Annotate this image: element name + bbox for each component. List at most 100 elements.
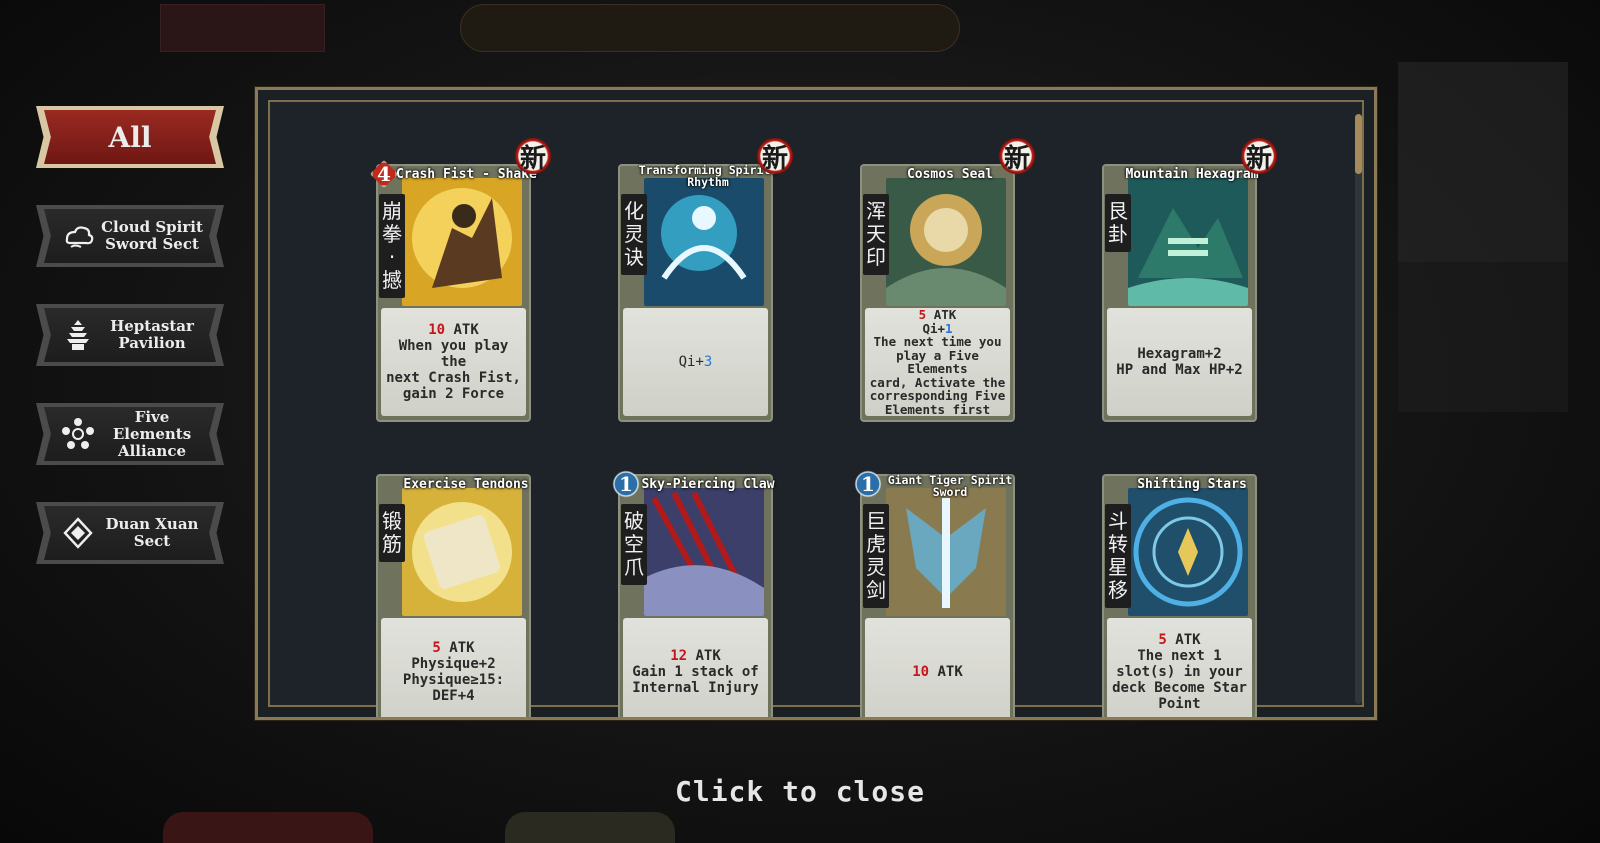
desc-text: Hexagram+2 [1137, 346, 1222, 362]
cloud-icon [58, 216, 98, 256]
desc-text: slot(s) in your [1116, 664, 1243, 680]
desc-text: Internal Injury [632, 680, 759, 696]
card-cost-badge: 1 [854, 470, 882, 498]
card-name: Exercise Tendons [403, 477, 529, 492]
desc-text: Elements first [884, 401, 991, 416]
card-vertical-name: 浑天印 [863, 194, 889, 275]
desc-text: Point [1158, 696, 1201, 712]
new-badge: 新 [997, 136, 1037, 176]
card-name: Cosmos Seal [906, 167, 994, 182]
desc-text: card, Activate the [869, 374, 1006, 390]
background-card [1398, 62, 1568, 262]
card-description: Qi+3 [623, 308, 768, 416]
card-vertical-name: 化灵诀 [621, 194, 647, 275]
card-name: Mountain Hexagram [1125, 167, 1259, 182]
tab-label: All [108, 120, 152, 154]
tab-label: Duan Xuan Sect [105, 515, 199, 550]
atk-value: 10 [428, 322, 446, 338]
card-art [644, 178, 764, 306]
card-vertical-name: 崩拳 · 撼 [379, 194, 405, 298]
card-description: Hexagram+2 HP and Max HP+2 [1107, 308, 1252, 416]
atk-value: 10 [912, 664, 930, 680]
card-description: 12 ATK Gain 1 stack of Internal Injury [623, 618, 768, 717]
card-exercise-tendons[interactable]: 锻筋 Exercise Tendons 5 ATK Physique+2 Phy… [376, 474, 531, 717]
desc-text: Qi+ [678, 354, 704, 370]
card-vertical-name: 巨虎灵剑 [863, 504, 889, 608]
card-art [886, 488, 1006, 616]
card-crash-fist-shake[interactable]: 崩拳 · 撼 Crash Fist - Shake 4 新 10 ATK When … [370, 136, 553, 422]
card-list-modal: 崩拳 · 撼 Crash Fist - Shake 4 新 10 ATK When … [255, 87, 1377, 720]
card-name: Sky-Piercing Claw [641, 477, 775, 492]
pagoda-icon [58, 315, 98, 355]
card-description: 10 ATK [865, 618, 1010, 717]
card-name: Giant Tiger Spirit Sword [887, 473, 1013, 499]
desc-text: HP and Max HP+2 [1116, 362, 1243, 378]
desc-text: Gain 1 stack of [632, 664, 759, 680]
card-sky-piercing-claw[interactable]: 破空爪 Sky-Piercing Claw 1 12 ATK Gain 1 st… [612, 470, 775, 717]
card-vertical-name: 斗转星移 [1105, 504, 1131, 608]
desc-text: Physique≥15: [402, 672, 505, 688]
atk-value: 5 [1158, 632, 1167, 648]
card-transforming-spirits-rhythm[interactable]: 化灵诀 Transforming Spirits Rhythm 新 Qi+3 [618, 136, 795, 422]
card-art [1128, 178, 1248, 306]
desc-text: deck Become Star [1112, 680, 1247, 696]
background-button [160, 4, 325, 52]
card-mountain-hexagram[interactable]: 艮卦 Mountain Hexagram 新 Hexagram+2 HP and… [1102, 136, 1279, 422]
tab-cloud-spirit-sword-sect[interactable]: Cloud Spirit Sword Sect [36, 205, 224, 267]
desc-text: next Crash Fist, [386, 370, 521, 386]
card-vertical-name: 锻筋 [379, 504, 405, 562]
card-name: Crash Fist - Shake [396, 167, 537, 182]
card-name: Shifting Stars [1137, 477, 1247, 492]
tab-label: Five Elements Alliance [112, 407, 192, 460]
tab-heptastar-pavilion[interactable]: Heptastar Pavilion [36, 304, 224, 366]
desc-text: ATK [929, 664, 963, 680]
desc-text: play a Five Elements [896, 347, 979, 376]
card-giant-tiger-spirit-sword[interactable]: 巨虎灵剑 Giant Tiger Spirit Sword 1 10 ATK [854, 470, 1015, 717]
card-art [1128, 488, 1248, 616]
desc-text: The next 1 [1137, 648, 1222, 664]
card-description: 10 ATK When you play the next Crash Fist… [381, 308, 526, 416]
new-badge: 新 [755, 136, 795, 176]
desc-text: The next time you [873, 334, 1002, 349]
new-badge: 新 [1239, 136, 1279, 176]
five-elements-icon [58, 414, 98, 454]
new-badge: 新 [513, 136, 553, 176]
desc-text: DEF+4 [432, 688, 475, 704]
desc-text: ATK [1166, 632, 1201, 648]
tab-label: Cloud Spirit Sword Sect [101, 218, 203, 253]
card-vertical-name: 艮卦 [1105, 194, 1131, 252]
card-description: 5 ATK Physique+2 Physique≥15: DEF+4 [381, 618, 526, 717]
desc-text: ATK [440, 640, 475, 656]
desc-text: ATK [687, 648, 721, 664]
card-shifting-stars[interactable]: 斗转星移 Shifting Stars 5 ATK The next 1 slo… [1102, 474, 1257, 717]
card-art [402, 178, 522, 306]
card-vertical-name: 破空爪 [621, 504, 647, 585]
desc-text: gain 2 Force [402, 386, 505, 402]
tab-duan-xuan-sect[interactable]: Duan Xuan Sect [36, 502, 224, 564]
tab-label: Heptastar Pavilion [110, 317, 194, 352]
background-button [505, 812, 675, 843]
desc-text: When you play the [398, 338, 509, 370]
card-cosmos-seal[interactable]: 浑天印 Cosmos Seal 新 5 ATK Qi+1 The next ti… [860, 136, 1037, 422]
scrollbar-thumb[interactable] [1355, 114, 1362, 174]
background-button [163, 812, 373, 843]
desc-text: corresponding Five [869, 388, 1006, 403]
card-description: 5 ATK The next 1 slot(s) in your deck Be… [1107, 618, 1252, 717]
card-art [402, 488, 522, 616]
tab-all[interactable]: All [36, 106, 224, 168]
background-banner [460, 4, 960, 52]
atk-value: 5 [432, 640, 441, 656]
card-name: Transforming Spirits Rhythm [638, 163, 778, 189]
tab-five-elements-alliance[interactable]: Five Elements Alliance [36, 403, 224, 465]
duan-xuan-icon [58, 513, 98, 553]
card-cost-badge: 1 [612, 470, 640, 498]
card-art [886, 178, 1006, 306]
background-card [1398, 262, 1568, 412]
card-art [644, 488, 764, 616]
close-hint[interactable]: Click to close [0, 775, 1600, 808]
desc-text: ATK [445, 322, 479, 338]
scrollbar-track[interactable] [1355, 114, 1362, 704]
card-grid: 崩拳 · 撼 Crash Fist - Shake 4 新 10 ATK When … [258, 90, 1374, 717]
card-description: 5 ATK Qi+1 The next time you play a Five… [865, 308, 1010, 416]
atk-value: 12 [670, 648, 688, 664]
